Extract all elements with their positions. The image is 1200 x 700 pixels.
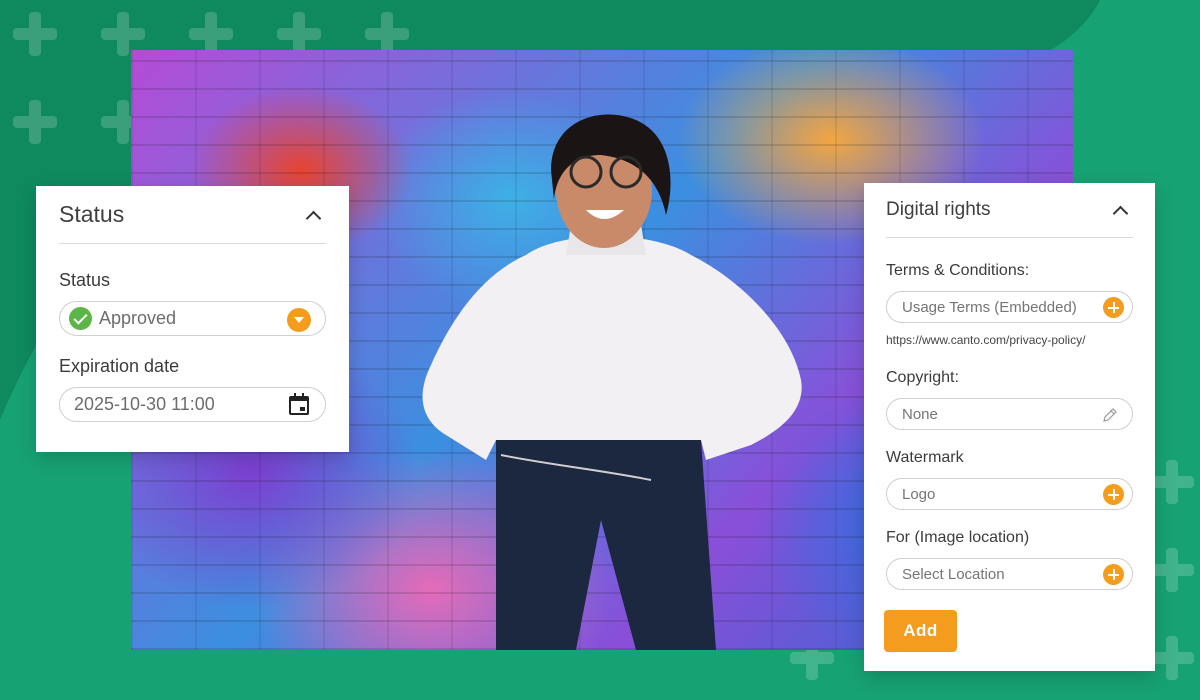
decor-plus-icon bbox=[1150, 460, 1194, 504]
status-panel-title: Status bbox=[59, 201, 125, 227]
chevron-up-icon[interactable] bbox=[306, 208, 320, 222]
decor-plus-icon bbox=[13, 100, 57, 144]
status-label: Status bbox=[59, 270, 111, 290]
add-location-icon[interactable] bbox=[1103, 564, 1124, 585]
status-select-value: Approved bbox=[99, 308, 177, 328]
location-label: For (Image location) bbox=[886, 529, 1030, 546]
pencil-icon[interactable] bbox=[1102, 407, 1118, 423]
digital-rights-title: Digital rights bbox=[886, 199, 991, 220]
copyright-label: Copyright: bbox=[886, 369, 959, 386]
digital-rights-panel: Digital rights Terms & Conditions: Usage… bbox=[864, 183, 1155, 671]
chevron-up-icon[interactable] bbox=[1113, 203, 1127, 217]
terms-label: Terms & Conditions: bbox=[886, 262, 1030, 279]
expiration-date-value: 2025-10-30 11:00 bbox=[74, 394, 215, 414]
watermark-input[interactable]: Logo bbox=[886, 478, 1133, 510]
status-panel-header[interactable]: Status bbox=[59, 186, 326, 244]
copyright-input-value: None bbox=[902, 405, 938, 423]
calendar-icon[interactable] bbox=[289, 393, 309, 415]
terms-input-placeholder: Usage Terms (Embedded) bbox=[902, 298, 1077, 316]
location-input-placeholder: Select Location bbox=[902, 565, 1005, 583]
digital-rights-header[interactable]: Digital rights bbox=[886, 183, 1133, 238]
decor-plus-icon bbox=[1150, 636, 1194, 680]
terms-input[interactable]: Usage Terms (Embedded) bbox=[886, 291, 1133, 323]
expiration-date-input[interactable]: 2025-10-30 11:00 bbox=[59, 387, 326, 422]
add-watermark-icon[interactable] bbox=[1103, 484, 1124, 505]
decor-plus-icon bbox=[13, 12, 57, 56]
expiration-label: Expiration date bbox=[59, 356, 180, 376]
chevron-down-icon[interactable] bbox=[287, 308, 311, 332]
status-panel: Status Status Approved Expiration date 2… bbox=[36, 186, 349, 452]
add-terms-icon[interactable] bbox=[1103, 297, 1124, 318]
copyright-input[interactable]: None bbox=[886, 398, 1133, 430]
status-select[interactable]: Approved bbox=[59, 301, 326, 336]
location-input[interactable]: Select Location bbox=[886, 558, 1133, 590]
terms-link[interactable]: https://www.canto.com/privacy-policy/ bbox=[886, 333, 1133, 347]
add-button[interactable]: Add bbox=[884, 610, 957, 652]
check-circle-icon bbox=[69, 307, 92, 330]
decor-plus-icon bbox=[1150, 548, 1194, 592]
watermark-input-value: Logo bbox=[902, 485, 936, 503]
watermark-label: Watermark bbox=[886, 449, 964, 466]
